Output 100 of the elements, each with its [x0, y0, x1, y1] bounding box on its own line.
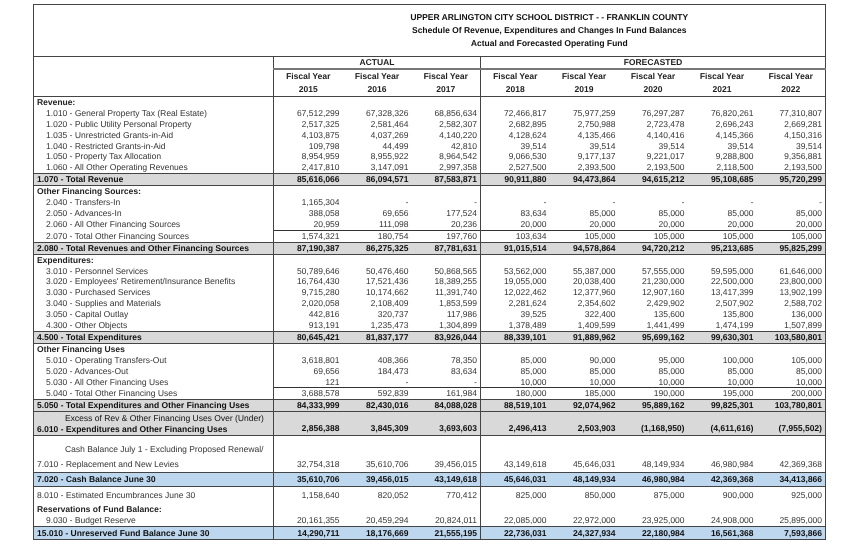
row-label: 5.010 - Operating Transfers-Out	[45, 354, 166, 365]
table-cell: 69,656	[274, 366, 342, 377]
table-cell: 61,646,000	[756, 266, 826, 276]
table-cell: 24,327,934	[550, 526, 618, 540]
row-label: 1.010 - General Property Tax (Real Estate)	[45, 108, 207, 118]
table-cell: 103,780,801	[756, 400, 826, 412]
column-header: Fiscal Year 2019	[550, 68, 618, 96]
table-cell-text: 75,977,259	[572, 108, 616, 119]
table-cell-text: 2,108,409	[370, 298, 410, 310]
table-cell: 3,147,091	[342, 162, 412, 174]
table-cell: 14,290,711	[274, 526, 342, 540]
table-cell-text: 67,328,326	[364, 108, 410, 119]
row-label: 5.050 - Total Expenditures and Other Financing Uses	[37, 400, 250, 410]
table-cell: 2,193,500	[756, 162, 826, 174]
table-cell: 2,393,500	[550, 162, 618, 174]
table-cell-text: 20,038,400	[572, 276, 616, 288]
table-cell: 42,369,368	[688, 472, 756, 486]
table-cell: 87,190,387	[274, 242, 342, 254]
table-cell: 87,583,871	[412, 174, 480, 186]
table-cell: 20,000	[480, 218, 550, 230]
table-cell: 85,000	[756, 366, 826, 377]
row-label: 2.070 - Total Other Financing Sources	[45, 230, 190, 241]
table-cell: 1,304,899	[412, 320, 480, 332]
table-cell-text: -	[680, 197, 686, 208]
table-cell-text: 17,521,436	[364, 276, 410, 288]
table-cell: 2,020,058	[274, 298, 342, 310]
table-cell: 94,578,864	[550, 242, 618, 254]
table-cell: 2,517,325	[274, 118, 342, 130]
table-cell-text: 2,354,602	[576, 298, 616, 310]
table-cell-text: 12,377,960	[572, 287, 616, 298]
table-cell: 46,980,984	[688, 436, 756, 472]
table-cell: 39,525	[480, 309, 550, 320]
table-cell: 68,856,634	[412, 108, 480, 119]
table-cell-text: 57,555,000	[640, 266, 686, 276]
table-cell: 34,413,866	[756, 472, 826, 486]
table-cell: -	[480, 197, 550, 208]
table-cell: 820,052	[342, 486, 412, 504]
table-cell: -	[412, 376, 480, 388]
table-cell-text: 4,037,269	[370, 130, 410, 141]
table-cell-text: 2,750,988	[576, 118, 616, 130]
row-label: 3.020 - Employees' Retirement/Insurance Benefits	[45, 276, 236, 286]
table-cell: 2,118,500	[688, 162, 756, 174]
table-cell-text: 85,000	[726, 208, 754, 219]
table-cell: 3,618,801	[274, 354, 342, 366]
table-cell: 84,333,999	[274, 400, 342, 412]
table-cell: -	[342, 376, 412, 388]
table-cell: 24,908,000	[688, 514, 756, 526]
row-label: 2.040 - Transfers-In	[45, 197, 120, 208]
table-cell-text: 39,514	[658, 140, 686, 152]
table-cell: 88,339,101	[480, 331, 550, 344]
table-cell: 1,165,304	[274, 197, 342, 208]
table-cell: 7,593,866	[756, 526, 826, 540]
table-cell-text: 408,366	[376, 354, 410, 366]
table-cell-text: 85,000	[658, 208, 686, 219]
table-cell: 3,845,309	[342, 412, 412, 436]
table-cell: 4,140,220	[412, 130, 480, 141]
table-cell-text: 13,417,399	[710, 287, 754, 298]
table-cell: 10,000	[756, 376, 826, 388]
row-label: 15.010 - Unreserved Fund Balance June 30	[37, 528, 210, 538]
table-cell: 21,555,195	[412, 526, 480, 540]
table-cell-text: 322,400	[584, 309, 616, 320]
table-cell: 43,149,618	[412, 472, 480, 486]
table-cell-text: -	[750, 197, 754, 208]
table-cell-text: 22,500,000	[710, 276, 754, 288]
row-label: 2.080 - Total Revenues and Other Financing Sources	[37, 242, 249, 253]
row-note: Cash Balance July 1 - Excluding Proposed Renewal/	[64, 444, 264, 456]
table-cell-text: 59,595,000	[710, 266, 754, 276]
row-label: 4.300 - Other Objects	[45, 320, 128, 330]
column-header: Fiscal Year 2017	[412, 68, 480, 96]
row-label: 6.010 - Expenditures and Other Financing Uses	[37, 424, 228, 434]
table-cell: 9,715,280	[274, 287, 342, 298]
table-cell: (4,611,616)	[688, 412, 756, 436]
table-cell: 20,459,294	[342, 514, 412, 526]
table-cell: 39,514	[480, 140, 550, 152]
table-cell: 87,781,631	[412, 242, 480, 254]
table-cell-text: 76,820,261	[710, 108, 754, 119]
table-cell-text: 135,600	[652, 309, 686, 320]
row-label: 1.060 - All Other Operating Revenues	[45, 162, 188, 172]
table-cell: 825,000	[480, 486, 550, 504]
table-cell: 111,098	[342, 218, 412, 230]
table-cell: 45,646,031	[480, 472, 550, 486]
table-cell: 39,456,015	[342, 472, 412, 486]
table-cell: 82,430,016	[342, 400, 412, 412]
table-cell: 4,128,624	[480, 130, 550, 141]
table-cell: 50,789,646	[274, 266, 342, 276]
table-cell-text: 55,387,000	[572, 266, 616, 276]
table-cell: 94,615,212	[618, 174, 688, 186]
table-cell: 95,108,685	[688, 174, 756, 186]
table-cell: 875,000	[618, 486, 688, 504]
table-cell: 23,925,000	[618, 514, 688, 526]
table-cell: 18,176,669	[342, 526, 412, 540]
table-cell: 81,837,177	[342, 331, 412, 344]
row-label: 3.050 - Capital Outlay	[45, 309, 128, 320]
row-label: 3.040 - Supplies and Materials	[45, 298, 161, 308]
table-cell: 1,158,640	[274, 486, 342, 504]
column-group-header: ACTUAL	[274, 56, 480, 69]
table-cell: 90,911,880	[480, 174, 550, 186]
table-cell: 91,889,962	[550, 331, 618, 344]
table-cell: (1,168,950)	[618, 412, 688, 436]
table-cell: 45,646,031	[550, 436, 618, 472]
